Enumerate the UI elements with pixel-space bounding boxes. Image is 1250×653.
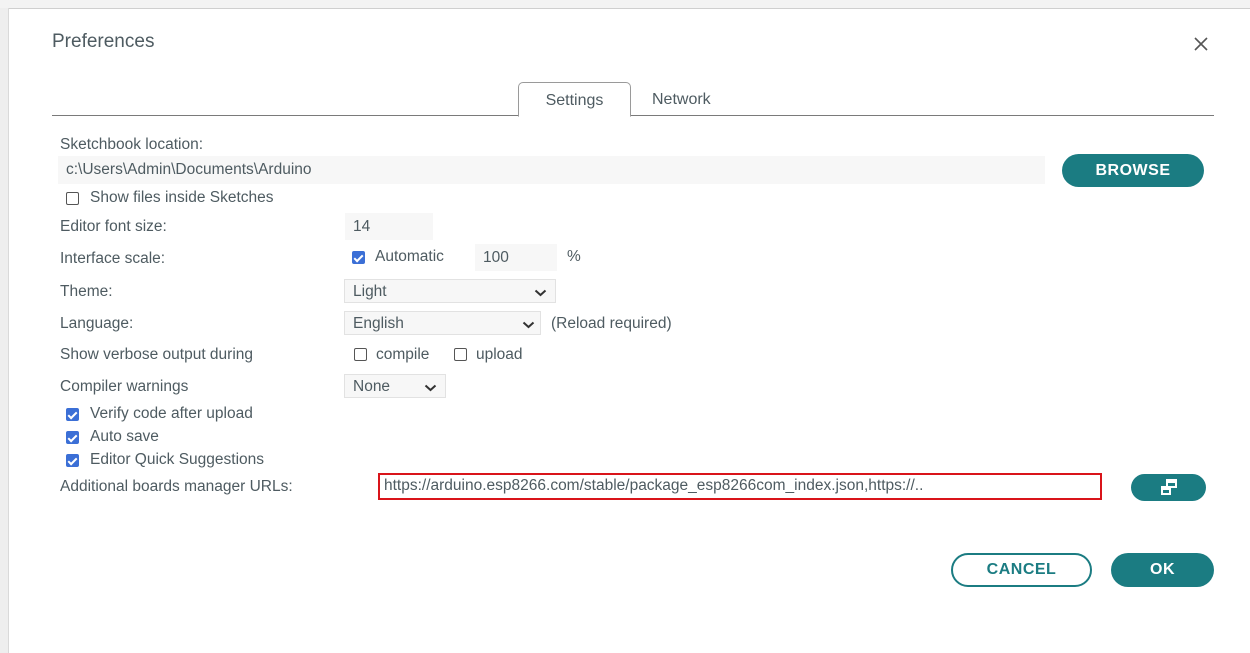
sketchbook-location-value: c:\Users\Admin\Documents\Arduino (66, 161, 312, 178)
verbose-upload-checkbox[interactable] (454, 348, 467, 361)
ok-button[interactable]: OK (1111, 553, 1214, 587)
language-value: English (353, 315, 404, 332)
chevron-down-icon (534, 289, 547, 297)
automatic-label: Automatic (375, 248, 444, 265)
theme-value: Light (353, 283, 387, 300)
editor-font-size-input[interactable]: 14 (345, 213, 433, 240)
compiler-warnings-select[interactable]: None (344, 374, 446, 398)
verbose-compile-label: compile (376, 346, 430, 363)
interface-scale-input[interactable]: 100 (475, 244, 557, 271)
show-files-checkbox[interactable] (66, 192, 79, 205)
verify-code-label: Verify code after upload (90, 405, 253, 422)
language-reload-note: (Reload required) (551, 315, 672, 332)
dialog-title: Preferences (52, 31, 155, 52)
close-button[interactable] (1189, 32, 1213, 56)
boards-urls-label: Additional boards manager URLs: (60, 478, 293, 495)
tabs-divider (52, 115, 1214, 116)
quick-suggestions-checkbox[interactable] (66, 454, 79, 467)
sketchbook-label: Sketchbook location: (60, 136, 204, 153)
auto-save-checkbox[interactable] (66, 431, 79, 444)
compiler-warnings-label: Compiler warnings (60, 378, 189, 395)
close-icon (1194, 37, 1208, 51)
verbose-output-label: Show verbose output during (60, 346, 254, 363)
cancel-button[interactable]: CANCEL (951, 553, 1092, 587)
auto-save-label: Auto save (90, 428, 159, 445)
language-label: Language: (60, 315, 134, 332)
interface-scale-label: Interface scale: (60, 250, 166, 267)
boards-urls-input[interactable]: https://arduino.esp8266.com/stable/packa… (378, 473, 1102, 500)
automatic-checkbox[interactable] (352, 251, 365, 264)
tab-settings[interactable]: Settings (518, 82, 631, 117)
interface-scale-value: 100 (483, 248, 509, 266)
theme-select[interactable]: Light (344, 279, 556, 303)
boards-urls-value: https://arduino.esp8266.com/stable/packa… (384, 477, 924, 494)
window-frame-left (0, 8, 9, 653)
window-frame-top (0, 0, 1250, 9)
editor-font-label: Editor font size: (60, 218, 167, 235)
compiler-warnings-value: None (353, 378, 391, 395)
chevron-down-icon (424, 384, 437, 392)
editor-font-size-value: 14 (353, 217, 371, 235)
language-select[interactable]: English (344, 311, 541, 335)
verify-code-checkbox[interactable] (66, 408, 79, 421)
interface-scale-unit: % (567, 248, 581, 265)
show-files-label: Show files inside Sketches (90, 189, 274, 206)
chevron-down-icon (522, 321, 535, 329)
tab-network[interactable]: Network (652, 91, 711, 109)
sketchbook-location-input[interactable]: c:\Users\Admin\Documents\Arduino (58, 156, 1045, 184)
verbose-upload-label: upload (476, 346, 523, 363)
browse-button[interactable]: BROWSE (1062, 154, 1204, 187)
theme-label: Theme: (60, 283, 113, 300)
open-window-icon (1160, 479, 1177, 495)
open-urls-editor-button[interactable] (1131, 474, 1206, 501)
verbose-compile-checkbox[interactable] (354, 348, 367, 361)
quick-suggestions-label: Editor Quick Suggestions (90, 451, 265, 468)
